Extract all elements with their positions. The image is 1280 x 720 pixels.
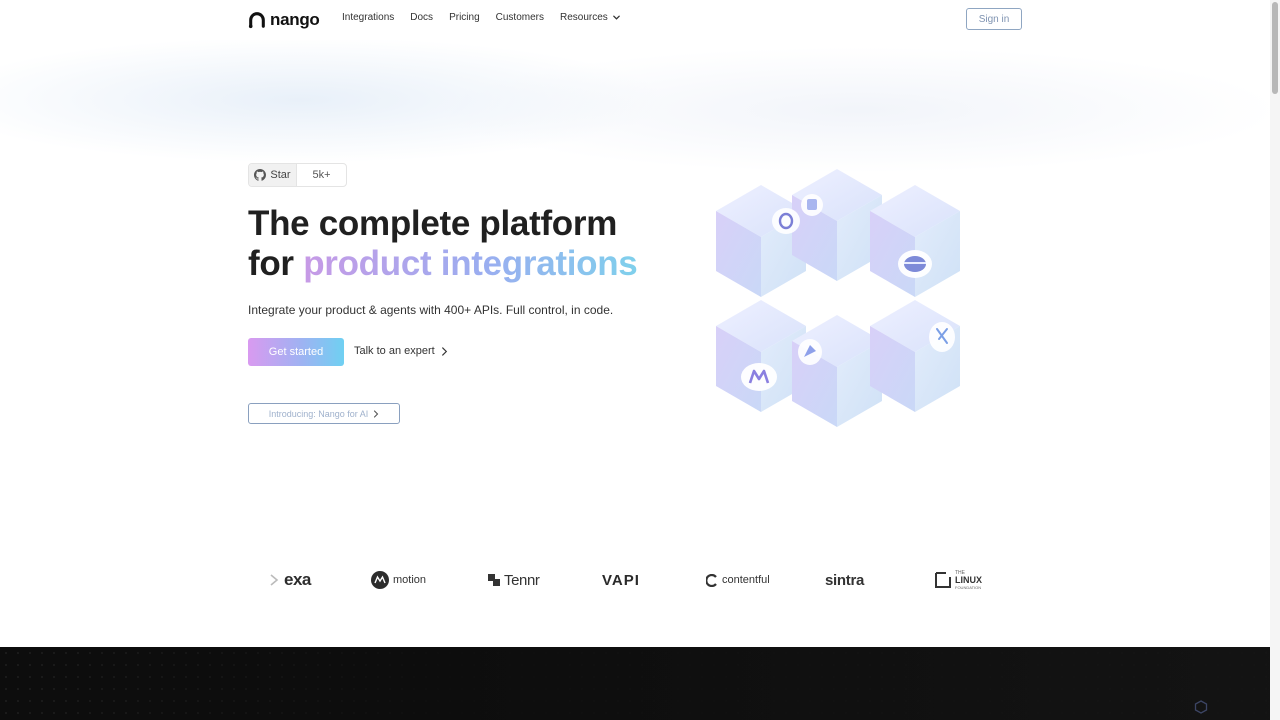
integration-token-6-icon: [929, 322, 955, 352]
contentful-icon: [706, 573, 717, 587]
logo-contentful: contentful: [706, 566, 770, 594]
top-nav: nango Integrations Docs Pricing Customer…: [0, 0, 1270, 40]
nango-for-ai-pill[interactable]: Introducing: Nango for AI: [248, 403, 400, 424]
cube-bottom-right: [870, 300, 960, 412]
dark-section-fade: [0, 647, 1270, 720]
nav-link-resources[interactable]: Resources: [560, 12, 621, 23]
linux-foundation-icon: [935, 572, 951, 588]
star-count: 5k+: [312, 169, 331, 181]
logo-tennr-text: Tennr: [504, 571, 540, 589]
nav-link-customers[interactable]: Customers: [496, 12, 544, 23]
github-icon: [254, 169, 267, 181]
hero-subtitle: Integrate your product & agents with 400…: [248, 303, 614, 317]
logo-exa-text: exa: [284, 570, 311, 589]
integration-token-4-icon: [741, 363, 777, 391]
integration-token-3-icon: [898, 250, 932, 278]
logo-vapi: VAPI: [602, 566, 640, 594]
chevron-down-icon: [612, 15, 620, 20]
cube-top-right: [870, 185, 960, 297]
logo-motion: motion: [371, 566, 426, 594]
nango-logo-icon: [248, 12, 265, 29]
sign-in-button[interactable]: Sign in: [966, 8, 1022, 30]
headline-gradient-text: product integrations: [303, 244, 638, 283]
customer-logos: exa motion Tennr VAPI contentful sintra …: [248, 566, 1008, 594]
hexagon-icon: [1194, 700, 1208, 714]
logo-sintra: sintra: [825, 566, 864, 594]
headline-line1: The complete platform: [248, 204, 618, 243]
star-label: Star: [270, 169, 291, 181]
logo-linux-foundation-text: THE LINUX FOUNDATION: [955, 570, 982, 591]
integration-token-1-icon: [772, 208, 800, 234]
nav-link-docs[interactable]: Docs: [410, 12, 433, 23]
chevron-right-icon: [374, 409, 379, 418]
nav-link-integrations[interactable]: Integrations: [342, 12, 394, 23]
logo-exa: exa: [268, 566, 311, 594]
integration-cubes-illustration: [716, 169, 960, 427]
logo-vapi-text: VAPI: [602, 571, 640, 589]
dark-section: [0, 647, 1270, 720]
get-started-button[interactable]: Get started: [248, 338, 344, 366]
exa-icon: [270, 574, 279, 586]
logo-linux-foundation: THE LINUX FOUNDATION: [935, 566, 982, 594]
integration-token-5-icon: [798, 339, 822, 365]
expert-label: Talk to an expert: [354, 345, 435, 357]
hero-headline: The complete platform for product integr…: [248, 204, 688, 284]
logo-contentful-text: contentful: [722, 574, 770, 586]
logo-linux-sub: FOUNDATION: [955, 584, 982, 590]
logo-text: nango: [270, 10, 320, 29]
nav-link-pricing[interactable]: Pricing: [449, 12, 480, 23]
logo-linux-main: LINUX: [955, 574, 982, 585]
motion-icon: [371, 571, 389, 589]
github-star-badge[interactable]: Star 5k+: [248, 163, 347, 187]
ai-pill-label: Introducing: Nango for AI: [268, 408, 369, 419]
page: nango Integrations Docs Pricing Customer…: [0, 0, 1270, 720]
nav-link-resources-label: Resources: [560, 12, 608, 23]
talk-to-expert-link[interactable]: Talk to an expert: [354, 345, 448, 357]
logo-sintra-text: sintra: [825, 571, 865, 589]
headline-for: for: [248, 244, 304, 283]
page-scrollbar[interactable]: [1270, 0, 1280, 720]
logo-motion-text: motion: [393, 574, 427, 586]
star-button[interactable]: Star: [249, 164, 297, 186]
chevron-right-icon: [441, 346, 447, 356]
nango-logo[interactable]: nango: [248, 10, 320, 30]
logo-tennr: Tennr: [488, 566, 540, 594]
nav-links: Integrations Docs Pricing Customers Reso…: [342, 12, 621, 23]
integration-token-2-icon: [801, 194, 823, 216]
scrollbar-thumb[interactable]: [1272, 2, 1278, 94]
tennr-icon: [488, 574, 500, 586]
